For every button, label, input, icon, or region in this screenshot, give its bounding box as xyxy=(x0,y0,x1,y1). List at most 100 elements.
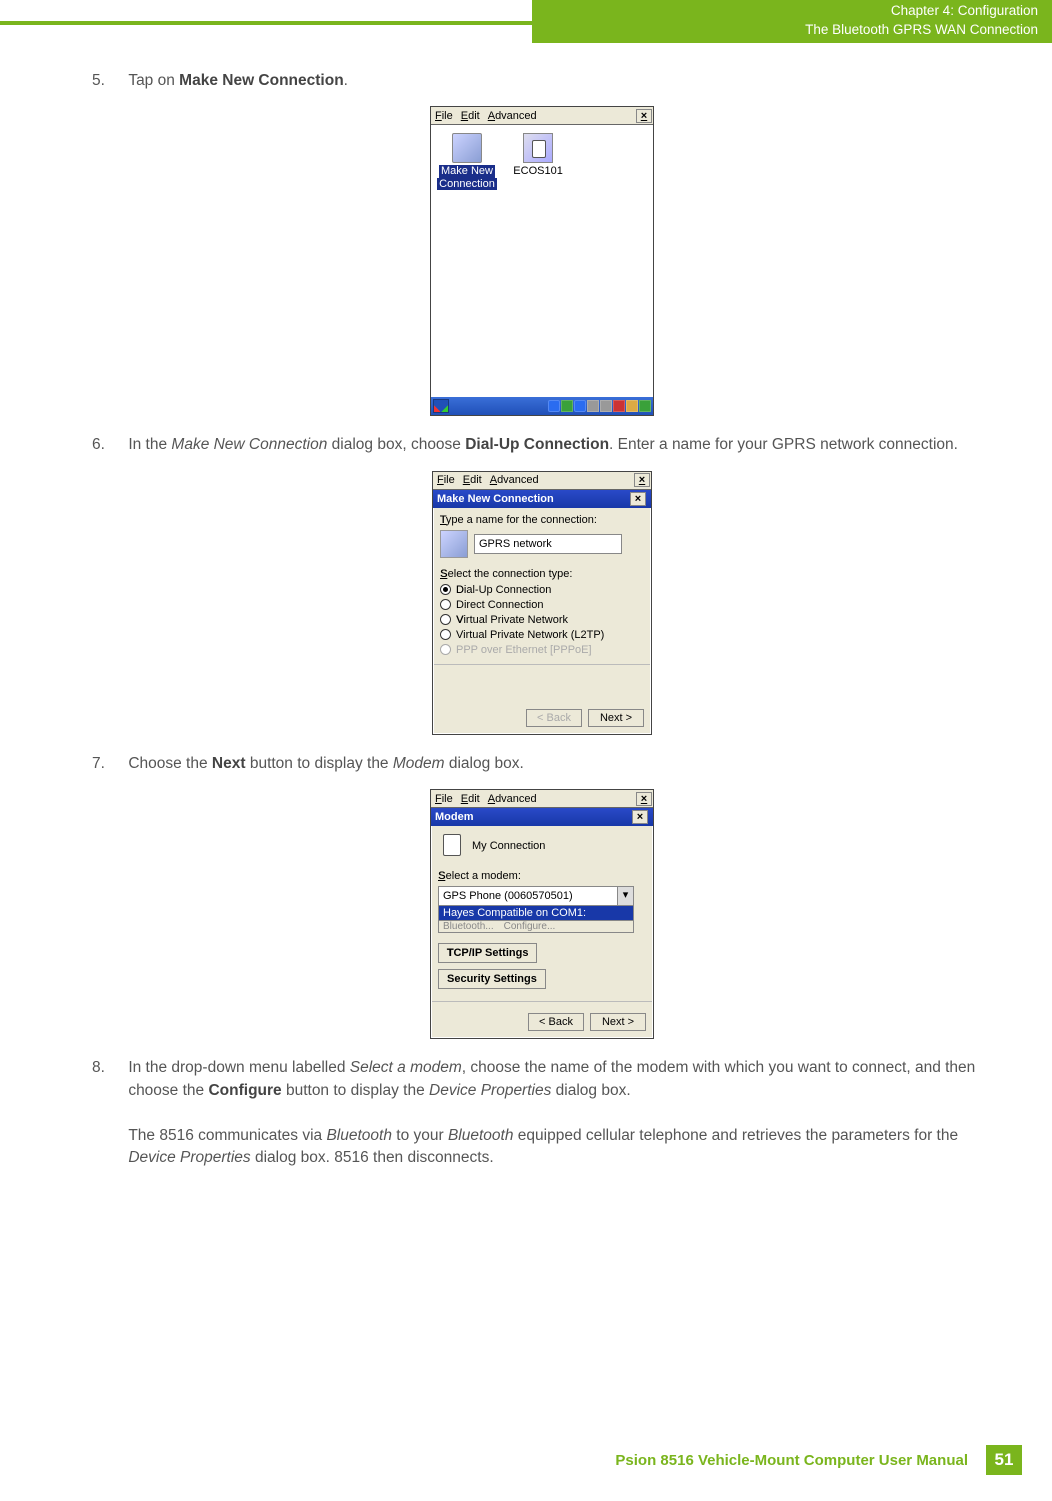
phone-icon xyxy=(523,133,553,163)
text: PPP over Ethernet [PPPoE] xyxy=(456,644,592,656)
tray-volume-icon[interactable] xyxy=(587,400,599,412)
text: Select the connection type: xyxy=(440,568,572,580)
text: Choose the xyxy=(128,755,212,772)
dialog-buttons: < Back Next > xyxy=(528,1013,646,1031)
bluetooth-button-hidden: Bluetooth... xyxy=(443,921,494,932)
screenshot-modem-dialog: File Edit Advanced × Modem × My Connecti… xyxy=(430,789,654,1039)
menu-edit[interactable]: Edit xyxy=(461,793,480,805)
text: . Enter a name for your GPRS network con… xyxy=(609,436,958,453)
radio-icon xyxy=(440,584,451,595)
radio-dialup[interactable]: DDial-Up Connection xyxy=(440,584,644,596)
step-number: 7. xyxy=(92,753,124,775)
globe-icon xyxy=(452,133,482,163)
icon-ecos101[interactable]: ECOS101 xyxy=(508,133,568,177)
footer-manual-title: Psion 8516 Vehicle-Mount Computer User M… xyxy=(615,1452,968,1469)
input-row xyxy=(440,530,644,558)
text-italic: Make New Connection xyxy=(171,436,327,453)
close-icon[interactable]: × xyxy=(632,810,648,824)
dialog-title: Make New Connection xyxy=(437,493,554,505)
dialog-titlebar: Modem × xyxy=(431,808,653,826)
label-select-type: SSelect the connection type: xyxy=(440,568,644,580)
menubar: File Edit Advanced × xyxy=(431,107,653,125)
menubar: File Edit Advanced × xyxy=(431,790,653,808)
security-settings-button[interactable]: Security Settings xyxy=(438,969,546,989)
step-text: Choose the Next button to display the Mo… xyxy=(128,753,988,775)
close-icon[interactable]: × xyxy=(636,792,652,806)
tray-icon[interactable] xyxy=(600,400,612,412)
text: Dial-Up Connection xyxy=(456,584,551,596)
radio-vpn[interactable]: VVirtual Private Network xyxy=(440,614,644,626)
next-button[interactable]: Next > xyxy=(588,709,644,727)
chevron-down-icon: ▾ xyxy=(617,887,633,905)
text: Tap on xyxy=(128,72,179,89)
connection-name-row: My Connection xyxy=(438,832,646,860)
modem-dropdown-item[interactable]: Hayes Compatible on COM1: xyxy=(438,906,634,921)
step-number: 8. xyxy=(92,1057,124,1079)
text-bold: Configure xyxy=(208,1082,281,1099)
text: dialog box. xyxy=(445,755,524,772)
screenshot-desktop: File Edit Advanced × Make New Connection… xyxy=(430,106,654,416)
icon-make-new-connection[interactable]: Make New Connection xyxy=(437,133,497,189)
menu-advanced[interactable]: Advanced xyxy=(490,474,539,486)
page-header: Chapter 4: Configuration The Bluetooth G… xyxy=(532,0,1052,43)
text-italic: Select a modem xyxy=(350,1059,462,1076)
step-text: In the drop-down menu labelled Select a … xyxy=(128,1057,988,1169)
text: dialog box. 8516 then disconnects. xyxy=(251,1149,494,1166)
menu-advanced[interactable]: Advanced xyxy=(488,110,537,122)
modem-select[interactable]: GPS Phone (0060570501) ▾ xyxy=(438,886,634,906)
tray-icon[interactable] xyxy=(626,400,638,412)
configure-button-hidden: Configure... xyxy=(504,921,556,932)
menu-file[interactable]: File xyxy=(435,793,453,805)
menu-advanced[interactable]: Advanced xyxy=(488,793,537,805)
dialog-title: Modem xyxy=(435,811,474,823)
step-number: 6. xyxy=(92,434,124,456)
taskbar xyxy=(431,397,653,415)
menu-file[interactable]: File xyxy=(437,474,455,486)
text: equipped cellular telephone and retrieve… xyxy=(513,1127,958,1144)
select-value: GPS Phone (0060570501) xyxy=(443,890,573,902)
radio-icon xyxy=(440,614,451,625)
text-bold: Dial-Up Connection xyxy=(465,436,609,453)
back-button: < Back xyxy=(526,709,582,727)
text-italic: Bluetooth xyxy=(448,1127,514,1144)
menubar: File Edit Advanced × xyxy=(433,472,651,490)
tray-bluetooth-icon[interactable] xyxy=(574,400,586,412)
step-5: 5. Tap on Make New Connection. xyxy=(92,70,992,92)
page-footer: Psion 8516 Vehicle-Mount Computer User M… xyxy=(615,1445,1022,1475)
header-rule xyxy=(0,21,532,25)
close-icon[interactable]: × xyxy=(634,473,650,487)
step-6: 6. In the Make New Connection dialog box… xyxy=(92,434,992,456)
text-bold: Next xyxy=(212,755,246,772)
radio-vpn-l2tp[interactable]: Virtual Private Network (L2TP) xyxy=(440,629,644,641)
tray-desktop-icon[interactable] xyxy=(639,400,651,412)
dialog-body: TType a name for the connection: SSelect… xyxy=(434,508,650,733)
dialog-body: My Connection SSelect a modem: GPS Phone… xyxy=(432,826,652,1037)
connection-name-input[interactable] xyxy=(474,534,622,554)
menu-edit[interactable]: Edit xyxy=(461,110,480,122)
text-bold: Make New Connection xyxy=(179,72,344,89)
text: button to display the xyxy=(246,755,393,772)
tray-fn-icon[interactable] xyxy=(548,400,560,412)
connection-name: My Connection xyxy=(472,840,545,852)
tray-network-icon[interactable] xyxy=(561,400,573,412)
text: Direct Connection xyxy=(456,599,543,611)
connection-icon xyxy=(440,530,468,558)
next-button[interactable]: Next > xyxy=(590,1013,646,1031)
text: The 8516 communicates via xyxy=(128,1127,326,1144)
menu-file[interactable]: File xyxy=(435,110,453,122)
back-button[interactable]: < Back xyxy=(528,1013,584,1031)
tcpip-settings-button[interactable]: TTCP/IP Settings xyxy=(438,943,537,963)
close-icon[interactable]: × xyxy=(630,492,646,506)
start-button-icon[interactable] xyxy=(433,399,449,413)
text: In the xyxy=(128,436,171,453)
tray-icon[interactable] xyxy=(613,400,625,412)
screenshot-1-container: File Edit Advanced × Make New Connection… xyxy=(92,106,992,416)
modem-icon xyxy=(438,832,466,860)
close-icon[interactable]: × xyxy=(636,109,652,123)
system-tray xyxy=(548,398,653,414)
step-text: In the Make New Connection dialog box, c… xyxy=(128,434,988,456)
header-section: The Bluetooth GPRS WAN Connection xyxy=(532,21,1038,40)
radio-direct[interactable]: Direct Connection xyxy=(440,599,644,611)
menu-edit[interactable]: Edit xyxy=(463,474,482,486)
text: dialog box. xyxy=(551,1082,630,1099)
